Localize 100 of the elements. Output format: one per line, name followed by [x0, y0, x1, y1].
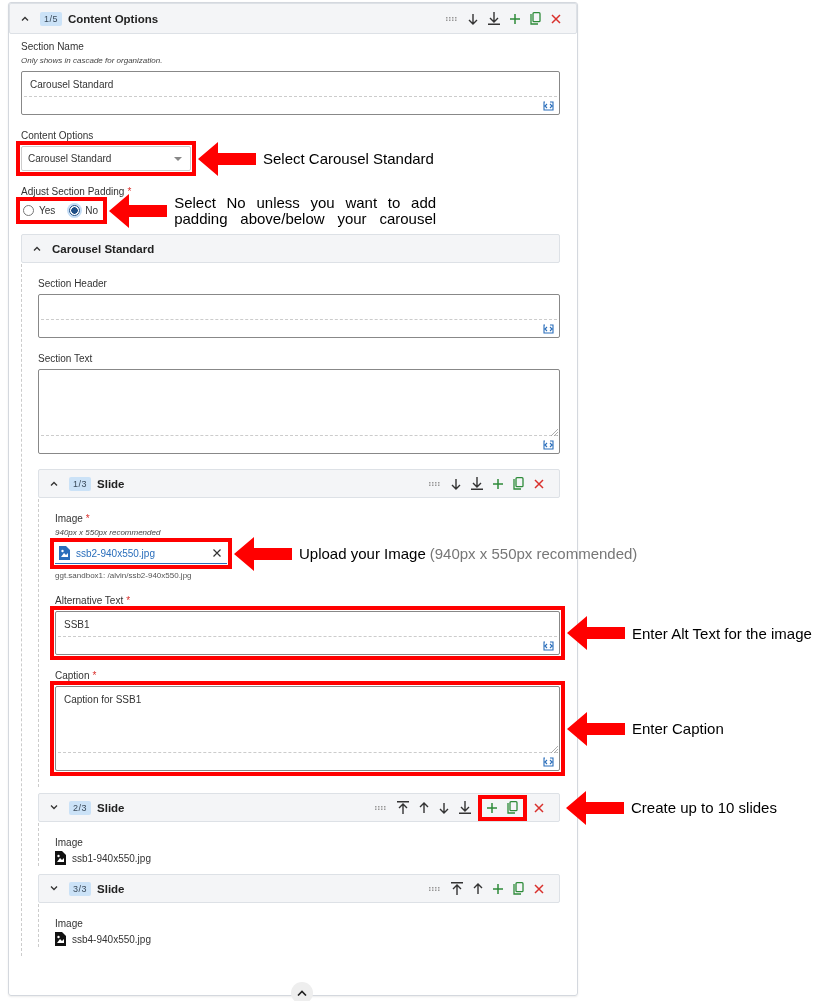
plus-icon [510, 13, 520, 24]
arrow-down-icon [451, 477, 461, 490]
code-icon[interactable] [543, 640, 554, 651]
required-mark: * [126, 595, 131, 606]
counter-badge: 1/5 [40, 11, 62, 26]
plus-icon [487, 802, 497, 813]
callout-text: Upload your Image [299, 545, 426, 562]
move-to-bottom-icon [488, 12, 500, 25]
field-label: Image [55, 837, 83, 848]
code-icon[interactable] [543, 323, 554, 334]
callout-arrow [566, 790, 624, 825]
drag-handle-icon [375, 804, 387, 811]
field-label: Adjust Section Padding [21, 186, 125, 197]
arrow-down-icon [439, 801, 449, 814]
panel-title: Slide [97, 477, 125, 490]
callout-text: Select Carousel Standard [263, 150, 434, 167]
resize-grip-icon[interactable] [550, 745, 558, 753]
arrow-up-icon [473, 882, 483, 895]
field-label: Section Header [38, 278, 107, 289]
radio-option[interactable]: No [69, 205, 99, 216]
radio-option[interactable]: Yes [23, 205, 56, 216]
callout-text: Enter Alt Text for the image [632, 624, 812, 642]
image-file-icon [55, 932, 66, 946]
plus-icon [493, 478, 503, 489]
callout-text: Select No unless you want to add padding above/below your carousel [174, 194, 437, 227]
panel-title: Carousel Standard [52, 242, 155, 255]
arrow-down-icon [468, 12, 478, 25]
duplicate-button[interactable] [502, 794, 527, 821]
text-area[interactable] [38, 369, 560, 454]
close-icon [551, 13, 561, 24]
counter-badge: 2/3 [69, 800, 91, 815]
required-mark: * [127, 186, 132, 197]
panel-title: Content Options [68, 12, 159, 25]
close-icon[interactable] [213, 549, 221, 557]
field-label: Image [55, 513, 83, 524]
text-area[interactable]: Caption for SSB1 [55, 686, 560, 771]
field-label: Section Text [38, 353, 93, 364]
field-label: Caption [55, 670, 90, 681]
chevron-up-icon[interactable] [50, 481, 58, 486]
field-label: Content Options [21, 130, 94, 141]
drag-handle-icon [446, 15, 458, 22]
code-icon[interactable] [543, 100, 554, 111]
code-icon[interactable] [543, 439, 554, 450]
callout-arrow [567, 616, 625, 650]
panel-title: Slide [97, 801, 125, 814]
text-field[interactable] [38, 294, 560, 338]
panel-header[interactable]: 1/3 Slide [38, 469, 560, 498]
radio-button[interactable] [69, 205, 81, 216]
plus-icon [493, 883, 503, 894]
image-file-icon [55, 851, 66, 865]
drag-handle-icon [429, 480, 441, 487]
callout-text: Enter Caption [632, 720, 724, 737]
text-field[interactable]: SSB1 [55, 611, 560, 655]
arrow-up-icon [419, 801, 429, 814]
drag-handle-icon [429, 885, 441, 892]
chevron-down-icon[interactable] [50, 886, 58, 891]
panel-header[interactable]: 1/5 Content Options [9, 3, 577, 34]
required-mark: * [85, 513, 90, 524]
copy-icon [507, 801, 518, 814]
resize-grip-icon[interactable] [550, 428, 558, 436]
field-label: Section Name [21, 41, 84, 52]
copy-icon [513, 477, 524, 490]
callout-arrow [567, 711, 625, 746]
copy-icon [513, 882, 524, 895]
callout-note: (940px x 550px recommended) [429, 545, 638, 562]
chevron-down-icon[interactable] [50, 805, 58, 810]
add-button[interactable] [478, 794, 502, 821]
panel-title: Slide [97, 882, 125, 895]
file-name: ssb4-940x550.jpg [72, 933, 151, 945]
file-name: ssb1-940x550.jpg [72, 852, 151, 864]
close-icon [534, 478, 544, 489]
panel-header[interactable]: 3/3 Slide [38, 874, 560, 903]
file-path: ggt.sandbox1: /alvin/ssb2-940x550.jpg [55, 571, 193, 580]
caret-icon [174, 156, 182, 161]
chevron-up-icon[interactable] [33, 246, 41, 251]
collapse-button[interactable] [291, 982, 313, 1001]
counter-badge: 1/3 [69, 476, 91, 491]
file-chip[interactable]: ssb2-940x550.jpg [55, 543, 227, 564]
panel-header[interactable]: Carousel Standard [21, 234, 560, 263]
text-field[interactable]: Carousel Standard [21, 71, 560, 115]
callout-arrow [198, 141, 256, 176]
image-file-icon [59, 546, 70, 560]
help-text: 940px x 550px recommended [55, 528, 162, 537]
callout-text: Create up to 10 slides [631, 799, 777, 816]
move-to-top-icon [397, 801, 409, 814]
close-icon [534, 802, 544, 813]
close-icon [534, 883, 544, 894]
code-icon[interactable] [543, 756, 554, 767]
copy-icon [530, 12, 541, 25]
counter-badge: 3/3 [69, 881, 91, 896]
callout-arrow [234, 536, 292, 571]
required-mark: * [92, 670, 97, 681]
move-to-bottom-icon [471, 477, 483, 490]
move-to-top-icon [451, 882, 463, 895]
help-text: Only shows in cascade for organization. [21, 56, 164, 65]
move-to-bottom-icon [459, 801, 471, 814]
dropdown[interactable]: Carousel Standard [21, 146, 191, 171]
chevron-up-icon[interactable] [21, 16, 29, 21]
field-label: Alternative Text [55, 595, 124, 606]
chevron-up-icon [297, 990, 307, 996]
